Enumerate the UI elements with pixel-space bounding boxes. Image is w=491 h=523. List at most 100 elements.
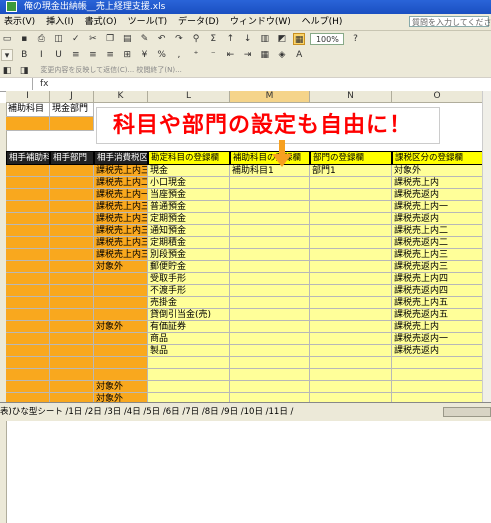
cell-l-5[interactable]: 定期預金	[148, 213, 230, 225]
fill-color-icon[interactable]: ◈	[276, 49, 288, 61]
cell-j-10[interactable]	[50, 273, 94, 285]
col-header-i[interactable]: I	[6, 91, 50, 103]
cell-o-14[interactable]: 課税売上内	[392, 321, 483, 333]
cell-l-6[interactable]: 通知預金	[148, 225, 230, 237]
cell-j-8[interactable]	[50, 249, 94, 261]
menu-data[interactable]: データ(D)	[174, 14, 223, 30]
cell-m-18[interactable]	[230, 369, 310, 381]
cell-m-10[interactable]	[230, 273, 310, 285]
cell-o-15[interactable]: 課税売返内一	[392, 333, 483, 345]
cell-i-6[interactable]	[6, 225, 50, 237]
cell-j-14[interactable]	[50, 321, 94, 333]
cell-n-12[interactable]	[310, 297, 392, 309]
cell-l-17[interactable]	[148, 357, 230, 369]
col-header-m[interactable]: M	[230, 91, 310, 103]
cell-j-top[interactable]: 現金部門	[50, 103, 94, 117]
paste-icon[interactable]: ▤	[121, 33, 133, 45]
help-search-input[interactable]: 質問を入力してください	[409, 16, 491, 27]
menu-window[interactable]: ウィンドウ(W)	[226, 14, 295, 30]
cell-m-5[interactable]	[230, 213, 310, 225]
cell-k-18[interactable]	[94, 369, 148, 381]
italic-icon[interactable]: I	[35, 49, 47, 61]
cell-i-13[interactable]	[6, 309, 50, 321]
align-left-icon[interactable]: ≡	[70, 49, 82, 61]
cell-l-16[interactable]: 製品	[148, 345, 230, 357]
cell-k-14[interactable]: 対象外	[94, 321, 148, 333]
cell-k-2[interactable]: 課税売上内二	[94, 177, 148, 189]
cell-i-input[interactable]	[6, 117, 50, 131]
cell-m-9[interactable]	[230, 261, 310, 273]
review-icon[interactable]: ◧	[1, 65, 13, 77]
cell-i-18[interactable]	[6, 369, 50, 381]
cell-o-10[interactable]: 課税売上内四	[392, 273, 483, 285]
col-header-o[interactable]: O	[392, 91, 483, 103]
underline-icon[interactable]: U	[53, 49, 65, 61]
cell-m-8[interactable]	[230, 249, 310, 261]
cell-i-17[interactable]	[6, 357, 50, 369]
cell-j-3[interactable]	[50, 189, 94, 201]
cell-j-11[interactable]	[50, 285, 94, 297]
cell-n-8[interactable]	[310, 249, 392, 261]
cell-j-4[interactable]	[50, 201, 94, 213]
percent-icon[interactable]: %	[156, 49, 168, 61]
cell-i-9[interactable]	[6, 261, 50, 273]
merge-center-icon[interactable]: ⊞	[121, 49, 133, 61]
cell-j-17[interactable]	[50, 357, 94, 369]
horizontal-scrollbar[interactable]	[443, 407, 491, 417]
cell-j-12[interactable]	[50, 297, 94, 309]
cell-n-13[interactable]	[310, 309, 392, 321]
currency-icon[interactable]: ¥	[139, 49, 151, 61]
cell-l-8[interactable]: 別段預金	[148, 249, 230, 261]
cell-i-7[interactable]	[6, 237, 50, 249]
cell-n-14[interactable]	[310, 321, 392, 333]
cell-o-9[interactable]: 課税売返内三	[392, 261, 483, 273]
cell-m-4[interactable]	[230, 201, 310, 213]
cell-o-3[interactable]: 課税売返内	[392, 189, 483, 201]
preview-icon[interactable]: ◫	[53, 33, 65, 45]
cell-k-19[interactable]: 対象外	[94, 381, 148, 393]
autosum-icon[interactable]: Σ	[207, 33, 219, 45]
vertical-scrollbar[interactable]	[482, 91, 491, 402]
cell-l-4[interactable]: 普通預金	[148, 201, 230, 213]
cell-l-2[interactable]: 小口現金	[148, 177, 230, 189]
cell-n-16[interactable]	[310, 345, 392, 357]
cell-o-18[interactable]	[392, 369, 483, 381]
comma-icon[interactable]: ,	[173, 49, 185, 61]
cell-l-12[interactable]: 売掛金	[148, 297, 230, 309]
cell-k-3[interactable]: 課税売上内一	[94, 189, 148, 201]
fx-icon[interactable]: fx	[40, 78, 49, 90]
cell-m-12[interactable]	[230, 297, 310, 309]
cell-i-11[interactable]	[6, 285, 50, 297]
cell-o-6[interactable]: 課税売上内二	[392, 225, 483, 237]
cell-l-15[interactable]: 商品	[148, 333, 230, 345]
font-color-icon[interactable]: A	[293, 49, 305, 61]
bold-icon[interactable]: B	[18, 49, 30, 61]
review-actions[interactable]: 変更内容を反映して返信(C)... 校閲終了(N)...	[40, 66, 181, 74]
cell-j-9[interactable]	[50, 261, 94, 273]
undo-icon[interactable]: ↶	[156, 33, 168, 45]
cell-l-1[interactable]: 現金	[148, 165, 230, 177]
cell-j-input[interactable]	[50, 117, 94, 131]
sort-desc-icon[interactable]: ↓	[242, 33, 254, 45]
cell-o-2[interactable]: 課税売上内	[392, 177, 483, 189]
cell-l-9[interactable]: 郵便貯金	[148, 261, 230, 273]
cell-n-11[interactable]	[310, 285, 392, 297]
help-icon[interactable]: ?	[350, 33, 362, 45]
decrease-decimal-icon[interactable]: ⁻	[207, 49, 219, 61]
cell-o-8[interactable]: 課税売上内三	[392, 249, 483, 261]
cell-i-14[interactable]	[6, 321, 50, 333]
cell-j-16[interactable]	[50, 345, 94, 357]
cell-o-11[interactable]: 課税売返内四	[392, 285, 483, 297]
cell-m-17[interactable]	[230, 357, 310, 369]
cell-m-19[interactable]	[230, 381, 310, 393]
col-header-k[interactable]: K	[94, 91, 148, 103]
cell-n-1[interactable]: 部門1	[310, 165, 392, 177]
cell-i-3[interactable]	[6, 189, 50, 201]
review-icon-2[interactable]: ◨	[18, 65, 30, 77]
cell-i-1[interactable]	[6, 165, 50, 177]
cell-j-2[interactable]	[50, 177, 94, 189]
increase-decimal-icon[interactable]: ⁺	[190, 49, 202, 61]
save-icon[interactable]: ▪	[18, 33, 30, 45]
cell-i-12[interactable]	[6, 297, 50, 309]
cell-n-19[interactable]	[310, 381, 392, 393]
